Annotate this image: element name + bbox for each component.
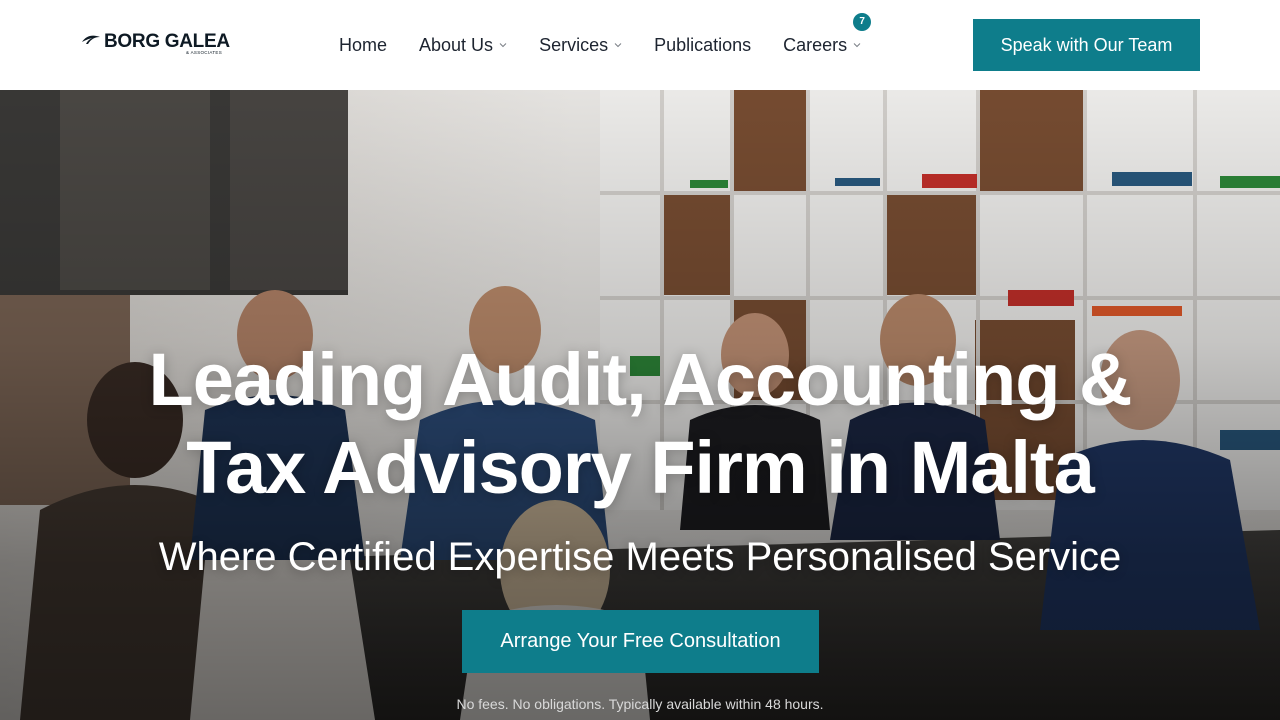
nav-item-services[interactable]: Services: [539, 35, 622, 56]
speak-with-team-button[interactable]: Speak with Our Team: [973, 19, 1200, 71]
consultation-note: No fees. No obligations. Typically avail…: [456, 696, 824, 712]
site-header: BORG GALEA & ASSOCIATES Home About Us Se…: [0, 0, 1280, 90]
nav-item-home[interactable]: Home: [339, 35, 387, 56]
hero-title-line-2: Tax Advisory Firm in Malta: [186, 426, 1094, 509]
hero-section: Leading Audit, Accounting & Tax Advisory…: [0, 90, 1280, 720]
logo-subtitle: & ASSOCIATES: [186, 50, 223, 55]
nav-item-publications[interactable]: Publications: [654, 35, 751, 56]
free-consultation-button[interactable]: Arrange Your Free Consultation: [462, 610, 819, 673]
nav-item-label: Home: [339, 34, 388, 55]
nav-item-label: About Us: [419, 34, 494, 55]
hero-title-line-1: Leading Audit, Accounting &: [148, 338, 1133, 421]
chevron-down-icon: [853, 43, 861, 48]
careers-count-badge: 7: [853, 12, 872, 31]
site-logo[interactable]: BORG GALEA & ASSOCIATES: [82, 31, 232, 59]
nav-item-label: Services: [539, 34, 609, 55]
nav-item-about-us[interactable]: About Us: [419, 35, 507, 56]
nav-item-label: Careers: [783, 34, 848, 55]
hero-title: Leading Audit, Accounting & Tax Advisory…: [60, 336, 1220, 512]
nav-item-careers[interactable]: Careers 7: [783, 12, 872, 56]
hero-subtitle: Where Certified Expertise Meets Personal…: [158, 535, 1122, 579]
main-nav: Home About Us Services Publications Care…: [339, 0, 893, 90]
chevron-down-icon: [614, 43, 622, 48]
nav-item-label: Publications: [654, 34, 752, 55]
wave-logo-icon: [82, 35, 100, 44]
chevron-down-icon: [499, 43, 507, 48]
